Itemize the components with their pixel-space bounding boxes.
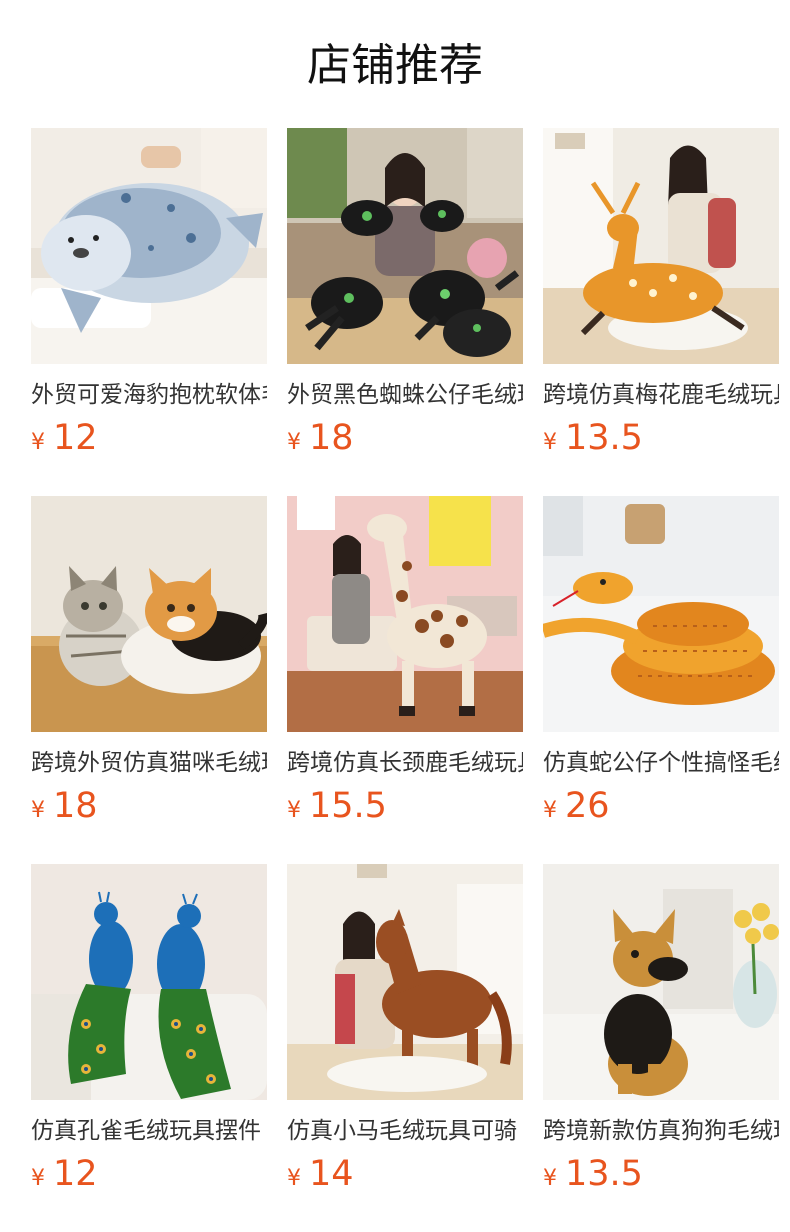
product-name[interactable]: 外贸黑色蜘蛛公仔毛绒玩具 <box>287 378 523 412</box>
product-name[interactable]: 仿真孔雀毛绒玩具摆件 <box>31 1114 267 1148</box>
product-price: ¥14 <box>287 1152 354 1196</box>
product-price: ¥26 <box>543 784 610 828</box>
peacock-plush-image[interactable] <box>31 864 267 1100</box>
dog-plush-image[interactable] <box>543 864 779 1100</box>
price-value: 14 <box>309 1154 354 1194</box>
cat-plush-image[interactable] <box>31 496 267 732</box>
price-value: 12 <box>53 418 98 458</box>
product-card[interactable]: 仿真蛇公仔个性搞怪毛绒玩具 ¥26 <box>543 496 779 836</box>
product-price: ¥13.5 <box>543 416 643 460</box>
spider-plush-image[interactable] <box>287 128 523 364</box>
price-value: 12 <box>53 1154 98 1194</box>
product-card[interactable]: 外贸黑色蜘蛛公仔毛绒玩具 ¥18 <box>287 128 523 468</box>
price-value: 18 <box>309 418 354 458</box>
product-price: ¥12 <box>31 416 98 460</box>
currency-symbol: ¥ <box>31 430 45 455</box>
price-value: 18 <box>53 786 98 826</box>
product-name[interactable]: 跨境新款仿真狗狗毛绒玩具 <box>543 1114 779 1148</box>
product-name[interactable]: 仿真蛇公仔个性搞怪毛绒玩具 <box>543 746 779 780</box>
product-price: ¥15.5 <box>287 784 387 828</box>
price-value: 26 <box>565 786 610 826</box>
currency-symbol: ¥ <box>31 798 45 823</box>
price-value: 15.5 <box>309 786 387 826</box>
currency-symbol: ¥ <box>31 1166 45 1191</box>
seal-plush-image[interactable] <box>31 128 267 364</box>
currency-symbol: ¥ <box>287 430 301 455</box>
giraffe-plush-image[interactable] <box>287 496 523 732</box>
product-name[interactable]: 跨境外贸仿真猫咪毛绒玩具 <box>31 746 267 780</box>
currency-symbol: ¥ <box>287 1166 301 1191</box>
product-card[interactable]: 仿真孔雀毛绒玩具摆件 ¥12 <box>31 864 267 1204</box>
horse-plush-image[interactable] <box>287 864 523 1100</box>
currency-symbol: ¥ <box>543 430 557 455</box>
product-card[interactable]: 跨境新款仿真狗狗毛绒玩具 ¥13.5 <box>543 864 779 1204</box>
product-card[interactable]: 仿真小马毛绒玩具可骑 ¥14 <box>287 864 523 1204</box>
currency-symbol: ¥ <box>287 798 301 823</box>
section-title: 店铺推荐 <box>307 40 483 91</box>
product-name[interactable]: 外贸可爱海豹抱枕软体毛绒玩具 <box>31 378 267 412</box>
price-value: 13.5 <box>565 1154 643 1194</box>
price-value: 13.5 <box>565 418 643 458</box>
product-card[interactable]: 跨境仿真长颈鹿毛绒玩具 ¥15.5 <box>287 496 523 836</box>
product-card[interactable]: 外贸可爱海豹抱枕软体毛绒玩具 ¥12 <box>31 128 267 468</box>
product-card[interactable]: 跨境外贸仿真猫咪毛绒玩具 ¥18 <box>31 496 267 836</box>
product-price: ¥12 <box>31 1152 98 1196</box>
currency-symbol: ¥ <box>543 1166 557 1191</box>
snake-plush-image[interactable] <box>543 496 779 732</box>
product-name[interactable]: 跨境仿真长颈鹿毛绒玩具 <box>287 746 523 780</box>
product-card[interactable]: 跨境仿真梅花鹿毛绒玩具 ¥13.5 <box>543 128 779 468</box>
currency-symbol: ¥ <box>543 798 557 823</box>
deer-plush-image[interactable] <box>543 128 779 364</box>
product-name[interactable]: 跨境仿真梅花鹿毛绒玩具 <box>543 378 779 412</box>
product-name[interactable]: 仿真小马毛绒玩具可骑 <box>287 1114 523 1148</box>
product-price: ¥18 <box>287 416 354 460</box>
product-price: ¥13.5 <box>543 1152 643 1196</box>
product-price: ¥18 <box>31 784 98 828</box>
